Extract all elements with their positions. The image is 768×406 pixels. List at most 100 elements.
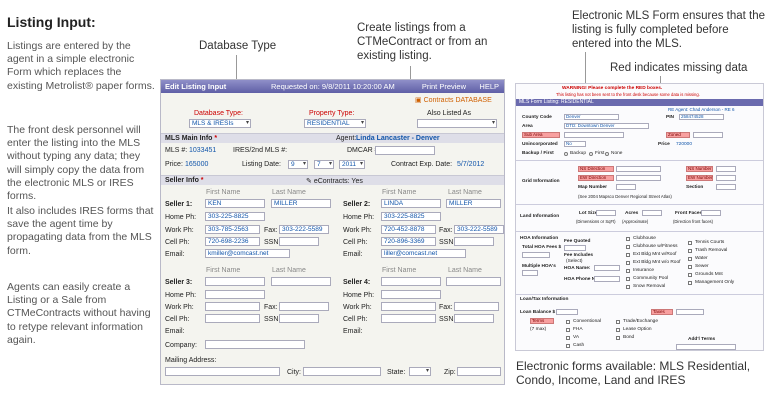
mls-taxes-input[interactable] [676,309,704,315]
state-select[interactable] [409,367,431,376]
seller4-work-input[interactable] [381,302,436,311]
callout-electronic-mls: Electronic MLS Form ensures that the lis… [572,10,766,50]
seller3-label: Seller 3: [165,279,193,286]
mls-amenity-checkbox[interactable] [688,241,692,245]
mls-amenity-checkbox[interactable] [626,237,630,241]
seller1-fax-input[interactable]: 303-222-5589 [279,225,329,234]
seller3-cell-input[interactable] [205,314,260,323]
company-input[interactable] [205,340,305,349]
listing-year-select[interactable]: 2011 [339,160,365,169]
mls-amenity-checkbox[interactable] [626,245,630,249]
mls-amenity-checkbox[interactable] [688,281,692,285]
mls-term-checkbox[interactable] [616,336,620,340]
mls-ns-number-input[interactable] [716,166,736,172]
seller4-first-input[interactable] [381,277,441,286]
mls-amenity-checkbox[interactable] [688,265,692,269]
mls-amenity-checkbox[interactable] [688,273,692,277]
seller2-cell-input[interactable]: 720-896-3369 [381,237,436,246]
also-listed-label: Also Listed As [427,110,471,117]
seller3-home-input[interactable] [205,290,265,299]
seller3-last-input[interactable] [271,277,331,286]
seller1-ssn-input[interactable] [279,237,319,246]
mls-amenity-checkbox[interactable] [626,261,630,265]
mls-form-preview: WARNING! Please complete the RED boxes. … [515,83,764,351]
mls-add-terms-input[interactable] [676,344,736,350]
dmcar-input[interactable] [375,146,435,155]
city-input[interactable] [303,367,381,376]
seller1-last-input[interactable]: MILLER [271,199,331,208]
mls-multiple-hoa-select[interactable] [522,270,538,276]
mls-amenity-checkbox[interactable] [626,285,630,289]
mls-term-checkbox[interactable] [616,320,620,324]
mls-zoned-input[interactable] [693,132,723,138]
mls-price-label: Price [658,142,670,147]
seller1-first-name-label: First Name [206,189,241,196]
mls-front-faces-input[interactable] [701,210,721,216]
mls-amenity-checkbox[interactable] [626,277,630,281]
contracts-database-link[interactable]: ▣ Contracts DATABASE [415,96,492,104]
mls-total-hoa-input[interactable] [522,252,550,258]
mls-terms-label: Terms [530,318,554,324]
mls-ew-number-input[interactable] [716,175,736,181]
mls-county-input[interactable]: Denver [564,114,619,120]
seller3-first-input[interactable] [205,277,265,286]
seller3-fax-input[interactable] [279,302,329,311]
mls-term-checkbox[interactable] [566,336,570,340]
seller3-ssn-input[interactable] [279,314,319,323]
database-type-select[interactable]: MLS & IRESIs [189,119,251,128]
mls-first-radio[interactable] [589,152,593,156]
print-preview-link[interactable]: Print Preview [422,82,466,91]
mls-hoa-name-input[interactable] [594,265,620,271]
mls-ew-direction-select[interactable] [616,175,661,181]
seller2-fax-input[interactable]: 303-222-5589 [454,225,504,234]
mls-ns-direction-select[interactable] [616,166,661,172]
seller4-last-input[interactable] [446,277,501,286]
mls-section-input[interactable] [716,184,736,190]
help-link[interactable]: HELP [479,82,499,91]
also-listed-select[interactable] [417,119,497,128]
mls-acres-input[interactable] [642,210,662,216]
seller1-email-input[interactable]: kmiller@comcast.net [205,249,290,258]
mls-amenity-checkbox[interactable] [626,269,630,273]
mls-hoa-phone-input[interactable] [594,276,620,282]
seller2-work-input[interactable]: 720-452-8878 [381,225,436,234]
mls-map-number-input[interactable] [616,184,636,190]
mls-term-checkbox[interactable] [566,320,570,324]
mls-amenity-checkbox[interactable] [688,257,692,261]
seller4-home-input[interactable] [381,290,441,299]
seller1-first-input[interactable]: KEN [205,199,265,208]
seller1-home-input[interactable]: 303-225-8825 [205,212,265,221]
seller2-email-input[interactable]: liller@comcast.net [381,249,466,258]
seller2-ssn-input[interactable] [454,237,494,246]
seller1-work-input[interactable]: 303-785-2563 [205,225,260,234]
mls-none-radio[interactable] [605,152,609,156]
mls-term-checkbox[interactable] [616,328,620,332]
mls-fee-quoted-select[interactable] [564,245,586,251]
mls-amenity-checkbox[interactable] [688,249,692,253]
mls-lot-size-input[interactable] [596,210,616,216]
mls-term-checkbox[interactable] [566,344,570,348]
seller1-cell-input[interactable]: 720-698-2236 [205,237,260,246]
seller4-ssn-input[interactable] [454,314,494,323]
seller3-work-input[interactable] [205,302,260,311]
seller4-home-label: Home Ph: [343,292,375,299]
seller4-cell-input[interactable] [381,314,436,323]
mls-term-checkbox[interactable] [566,328,570,332]
mls-sub-area-input[interactable] [564,132,624,138]
listing-month-select[interactable]: 9 [288,160,308,169]
mls-backup-radio[interactable] [564,152,568,156]
mls-area-input[interactable]: DTD: Downtown Denver [564,123,649,129]
seller4-fax-input[interactable] [454,302,499,311]
zip-input[interactable] [457,367,501,376]
mls-unincorporated-select[interactable]: No [564,141,586,147]
property-type-select[interactable]: RESIDENTIAL [304,119,366,128]
seller2-last-input[interactable]: MILLER [446,199,501,208]
mailing-input[interactable] [165,367,280,376]
listing-day-select[interactable]: 7 [314,160,334,169]
mls-pin-input[interactable]: 258474528 [679,114,724,120]
mls-loan-balance-input[interactable] [556,309,578,315]
mls-amenity-checkbox[interactable] [626,253,630,257]
seller1-work-label: Work Ph: [165,227,194,234]
seller2-home-input[interactable]: 303-225-8825 [381,212,441,221]
seller2-first-input[interactable]: LINDA [381,199,441,208]
